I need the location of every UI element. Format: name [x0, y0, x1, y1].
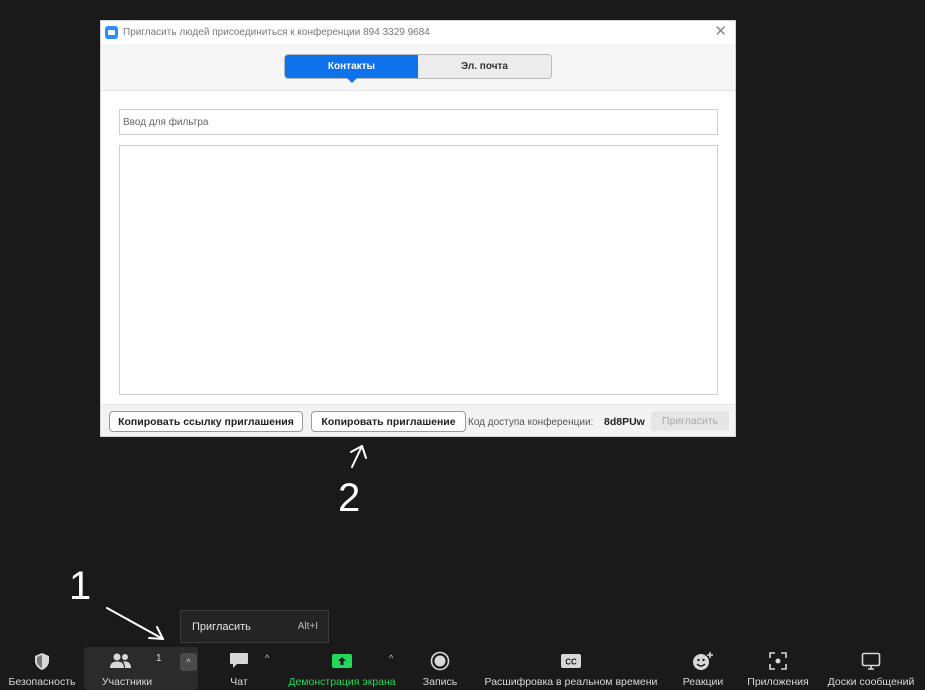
- tab-group: Контакты Эл. почта: [284, 54, 552, 83]
- toolbar-reactions[interactable]: Реакции: [678, 647, 728, 690]
- shield-icon: [33, 650, 51, 672]
- popup-invite-label: Пригласить: [192, 620, 251, 633]
- toolbar-label-record: Запись: [422, 676, 458, 688]
- tab-email[interactable]: Эл. почта: [418, 55, 551, 78]
- invite-dialog: Пригласить людей присоединиться к конфер…: [100, 20, 736, 437]
- annotation-arrow-1: [106, 607, 164, 640]
- contacts-list[interactable]: [119, 145, 718, 395]
- access-code-label: Код доступа конференции:: [468, 417, 594, 428]
- toolbar-apps[interactable]: Приложения: [742, 647, 814, 690]
- annotation-number-2: 2: [338, 476, 361, 520]
- toolbar-share-screen[interactable]: Демонстрация экрана: [284, 647, 400, 690]
- copy-invitation-button[interactable]: Копировать приглашение: [311, 411, 466, 432]
- cc-icon: CC: [560, 650, 582, 672]
- annotation-number-1: 1: [69, 564, 92, 608]
- filter-input[interactable]: [119, 109, 718, 135]
- toolbar-label-live-transcript: Расшифровка в реальном времени: [484, 676, 658, 688]
- toolbar-label-participants: Участники: [101, 676, 153, 688]
- toolbar-label-reactions: Реакции: [682, 676, 724, 688]
- toolbar-whiteboards[interactable]: Доски сообщений: [822, 647, 920, 690]
- toolbar-label-whiteboards: Доски сообщений: [827, 676, 915, 688]
- popup-shortcut: Alt+I: [297, 621, 318, 632]
- toolbar-label-apps: Приложения: [747, 676, 809, 688]
- reactions-icon: [692, 650, 714, 672]
- toolbar-label-security: Безопасность: [8, 676, 76, 688]
- participants-count-badge: 1: [156, 653, 162, 664]
- chat-chevron-up-icon[interactable]: ^: [265, 653, 269, 663]
- record-icon: [430, 650, 450, 672]
- annotation-arrow-2: [350, 445, 367, 468]
- participants-chevron-up-icon[interactable]: ^: [180, 653, 197, 671]
- meeting-toolbar: Безопасность Участники 1 ^ Чат ^ Демонст…: [0, 647, 925, 690]
- dialog-title: Пригласить людей присоединиться к конфер…: [123, 27, 430, 38]
- toolbar-security[interactable]: Безопасность: [6, 647, 78, 690]
- chat-icon: [229, 650, 249, 672]
- apps-icon: [769, 650, 787, 672]
- share-chevron-up-icon[interactable]: ^: [389, 653, 393, 663]
- whiteboard-icon: [861, 650, 881, 672]
- dialog-titlebar: Пригласить людей присоединиться к конфер…: [101, 21, 735, 44]
- invite-popup-menu-item[interactable]: Пригласить Alt+I: [180, 610, 329, 643]
- dialog-bottom-bar: Копировать ссылку приглашения Копировать…: [101, 404, 735, 436]
- tabs-area: Контакты Эл. почта: [101, 44, 735, 91]
- toolbar-label-chat: Чат: [230, 676, 248, 688]
- svg-text:CC: CC: [565, 658, 577, 667]
- zoom-app-icon: [105, 26, 118, 39]
- tab-contacts[interactable]: Контакты: [285, 55, 418, 83]
- invite-button[interactable]: Пригласить: [651, 411, 729, 431]
- toolbar-live-transcript[interactable]: CC Расшифровка в реальном времени: [478, 647, 664, 690]
- participants-icon: [109, 650, 133, 672]
- close-icon[interactable]: ✕: [714, 24, 727, 40]
- access-code-value: 8d8PUw: [604, 416, 645, 428]
- share-screen-icon: [331, 650, 353, 672]
- toolbar-record[interactable]: Запись: [416, 647, 464, 690]
- toolbar-label-share-screen: Демонстрация экрана: [288, 676, 396, 688]
- copy-invite-link-button[interactable]: Копировать ссылку приглашения: [109, 411, 303, 432]
- toolbar-chat[interactable]: Чат: [216, 647, 262, 690]
